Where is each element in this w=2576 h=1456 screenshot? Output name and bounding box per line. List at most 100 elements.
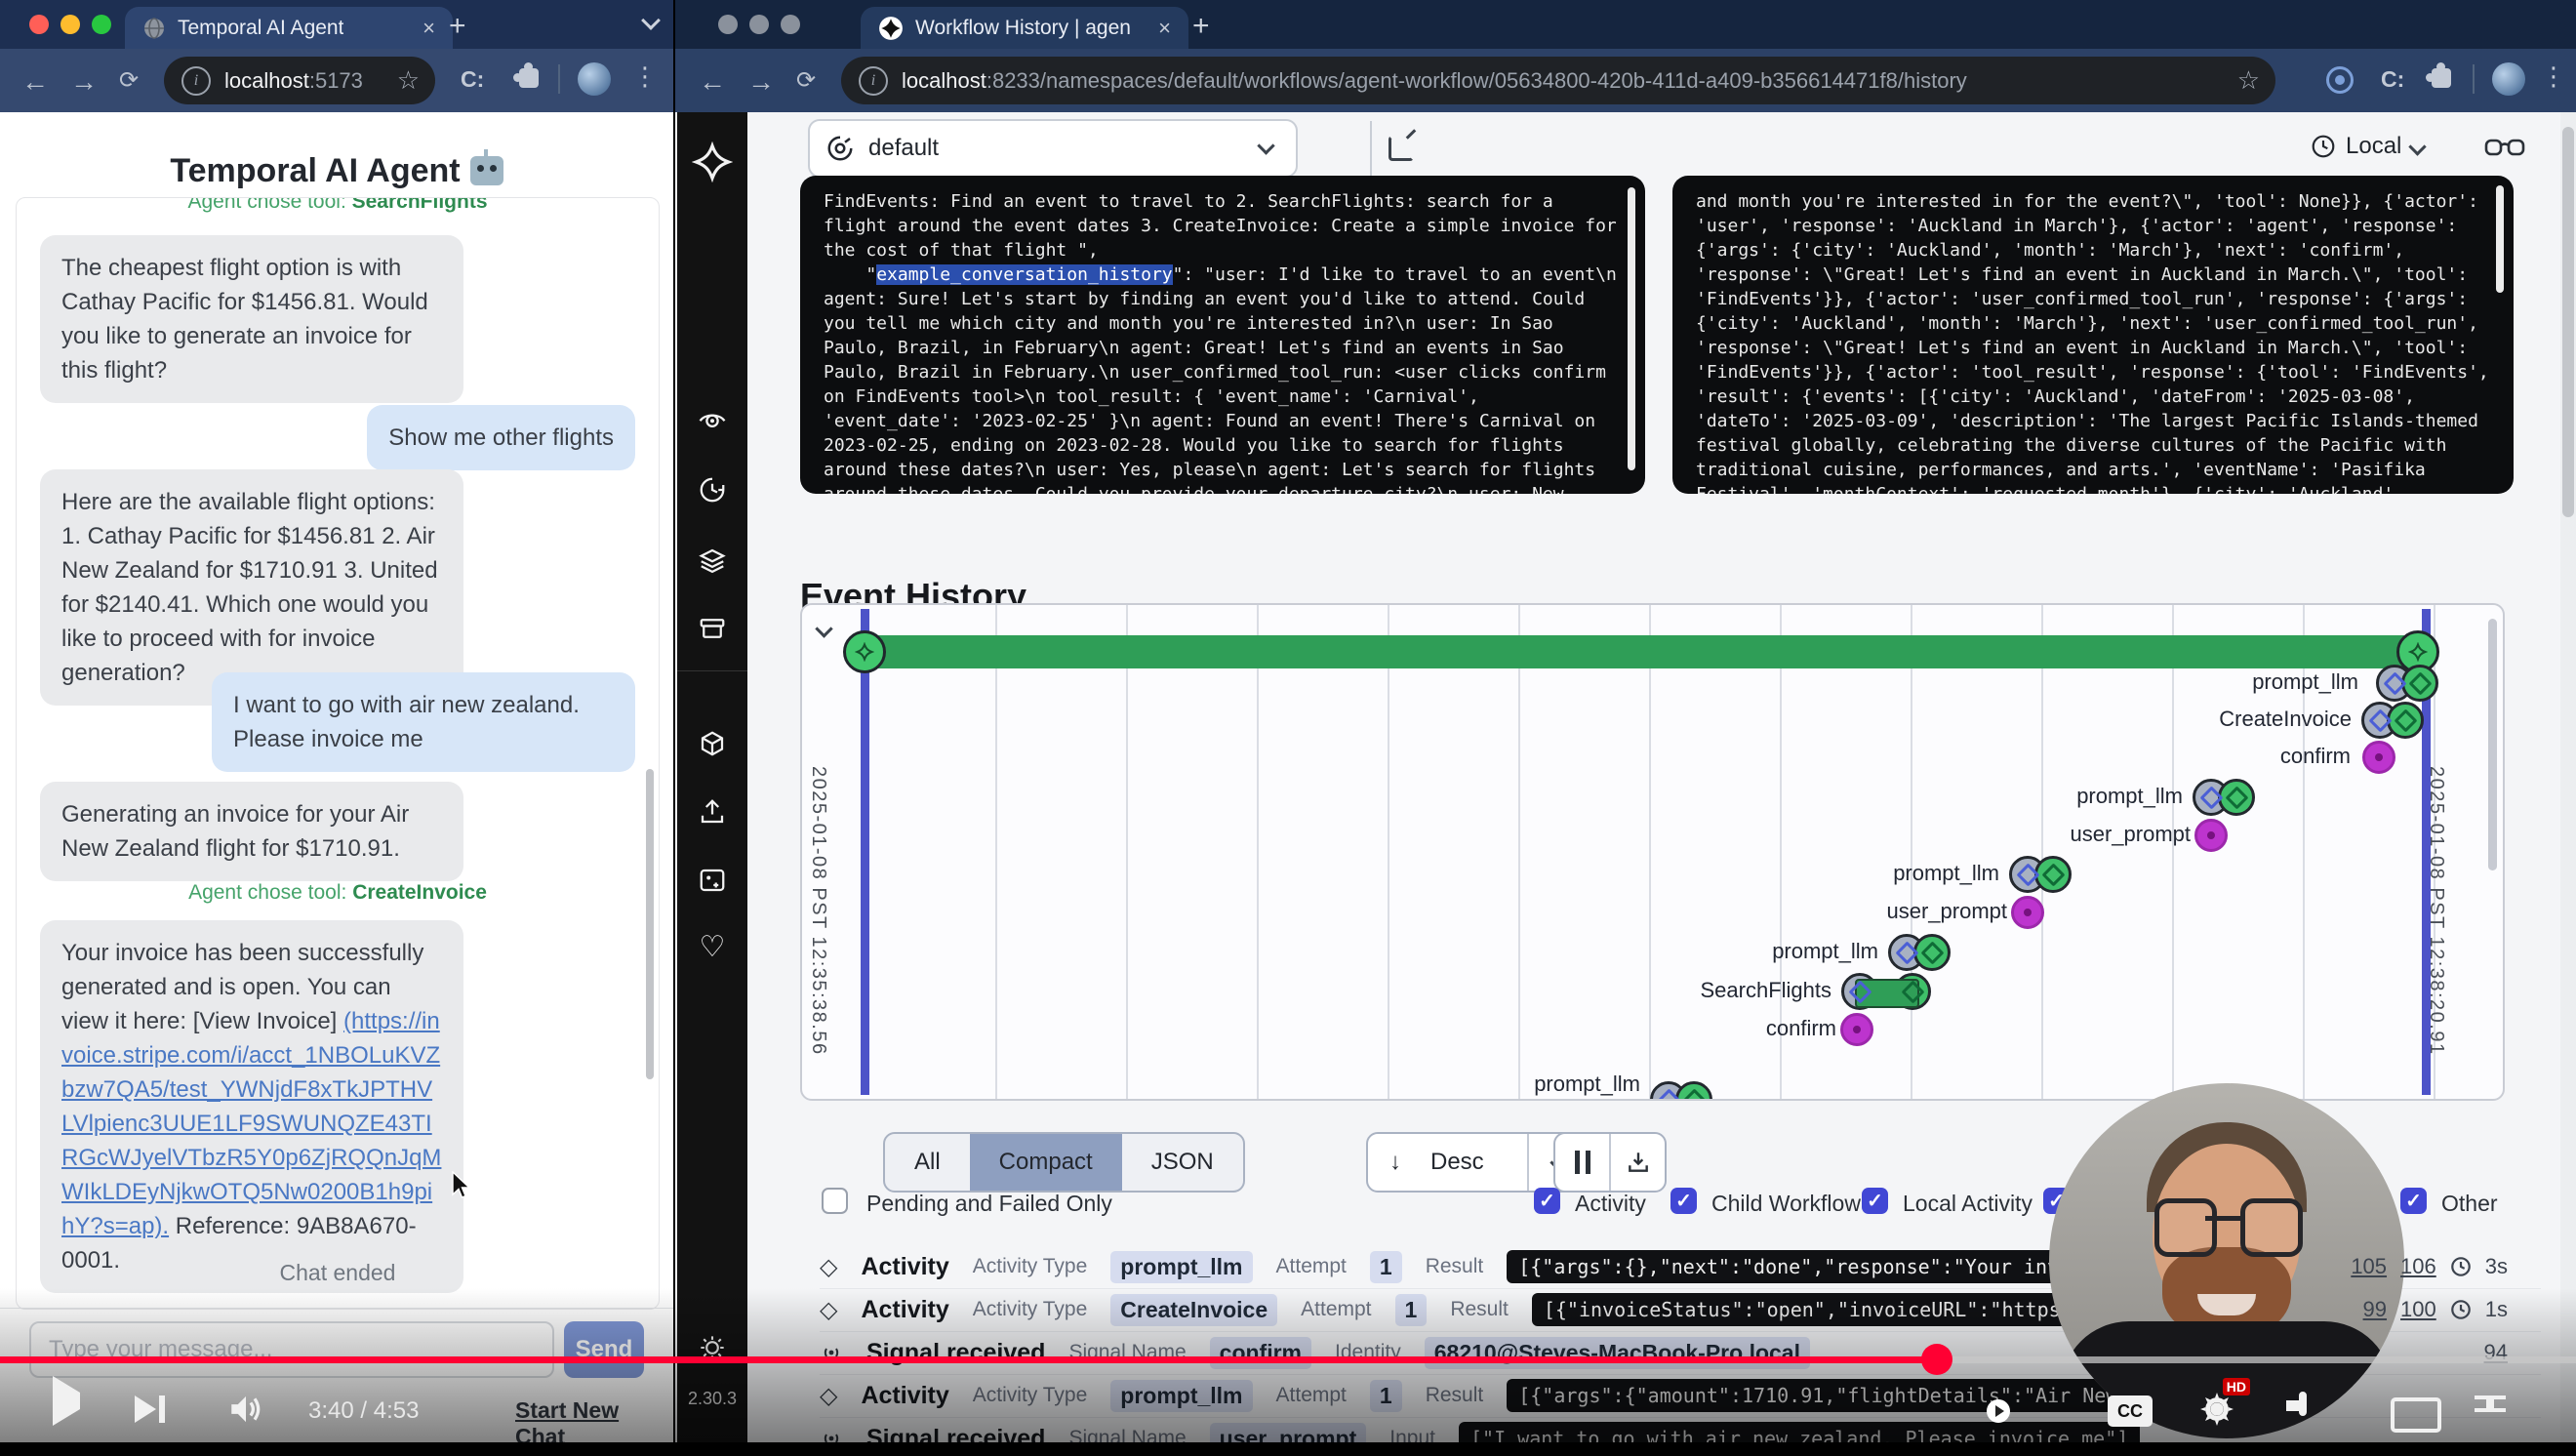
forward-icon[interactable]: → [747, 66, 775, 98]
batch-layers-icon[interactable] [698, 546, 727, 575]
back-icon[interactable]: ← [21, 66, 49, 98]
timeline-collapse-chevron-icon[interactable] [818, 623, 830, 640]
password-manager-icon[interactable] [2326, 66, 2354, 94]
activity-marker-pair[interactable] [2376, 665, 2438, 702]
activity-marker-pair[interactable] [1650, 1081, 1712, 1101]
labs-icon[interactable] [698, 866, 727, 895]
back-icon[interactable]: ← [699, 66, 726, 98]
code-panel-scrollbar[interactable] [2496, 185, 2504, 293]
play-button[interactable] [53, 1393, 80, 1410]
view-mode-json[interactable]: JSON [1122, 1134, 1243, 1191]
workflow-execution-bar[interactable] [866, 635, 2432, 668]
forward-icon[interactable]: → [70, 66, 98, 98]
invoice-link[interactable]: (https://invoice.stripe.com/i/acct_1NBOL… [61, 1008, 441, 1239]
timezone-selector[interactable]: Local [2311, 133, 2424, 160]
zoom-window-button[interactable] [781, 15, 800, 34]
timeline-event-label: SearchFlights [1700, 978, 1831, 1003]
signal-marker[interactable] [2194, 819, 2228, 852]
address-bar[interactable]: i localhost:5173 ☆ [164, 57, 435, 104]
open-namespace-button[interactable] [1370, 121, 1430, 176]
temporal-favicon-icon [878, 16, 904, 41]
browser-menu-icon[interactable]: ⋮ [632, 62, 658, 92]
import-upload-icon[interactable] [698, 797, 727, 827]
minimize-window-button[interactable] [60, 15, 80, 34]
activity-marker-pair[interactable] [2193, 779, 2255, 816]
event-id-link[interactable]: 99 [2363, 1297, 2387, 1322]
new-tab-button[interactable]: + [449, 10, 466, 43]
zoom-window-button[interactable] [92, 15, 111, 34]
close-window-button[interactable] [718, 15, 738, 34]
view-mode-compact[interactable]: Compact [970, 1134, 1122, 1191]
timeline-event-label: user_prompt [1886, 899, 2007, 924]
event-id-link[interactable]: 100 [2400, 1297, 2436, 1322]
sort-desc-button[interactable]: ↓ Desc [1368, 1134, 1527, 1191]
activity-marker-pair[interactable] [1888, 934, 1951, 971]
settings-gear-icon[interactable]: HD [2197, 1390, 2236, 1438]
code-panel-scrollbar[interactable] [1628, 187, 1635, 470]
reload-icon[interactable]: ⟳ [119, 66, 139, 95]
download-history-button[interactable] [1609, 1134, 1665, 1191]
window-traffic-lights-inactive[interactable] [718, 15, 800, 34]
namespace-selector[interactable]: default [808, 119, 1298, 178]
view-mode-all[interactable]: All [885, 1134, 970, 1191]
window-traffic-lights[interactable] [29, 15, 111, 34]
bookmark-star-icon[interactable]: ☆ [2237, 65, 2260, 96]
conversation-history-code-panel[interactable]: and month you're interested in for the e… [1672, 176, 2514, 494]
activity-marker-pair[interactable] [2009, 856, 2072, 893]
reader-glasses-icon[interactable] [2484, 135, 2525, 162]
close-window-button[interactable] [29, 15, 49, 34]
temporal-logo-icon[interactable] [692, 142, 733, 182]
workflows-eye-icon[interactable] [698, 405, 727, 434]
filter-child-workflow-checkbox[interactable]: ✓ [1670, 1188, 1697, 1214]
chat-scrollbar[interactable] [646, 769, 654, 1079]
timezone-chevron-icon [2409, 138, 2427, 155]
progress-bar-played[interactable] [0, 1356, 1937, 1363]
tab-close-icon[interactable]: × [423, 16, 435, 41]
pending-failed-checkbox[interactable] [822, 1188, 848, 1214]
profile-avatar[interactable] [2492, 62, 2525, 96]
progress-bar-remaining[interactable] [1937, 1356, 2576, 1363]
filter-activity-checkbox[interactable]: ✓ [1534, 1188, 1560, 1214]
schedules-clock-icon[interactable] [698, 475, 727, 505]
workflow-start-marker[interactable] [843, 630, 886, 673]
activity-marker-pair-wide[interactable] [1841, 973, 1931, 1010]
timeline-scrollbar[interactable] [2488, 619, 2497, 870]
address-bar[interactable]: i localhost:8233/namespaces/default/work… [841, 57, 2275, 104]
theater-mode-button[interactable] [2391, 1397, 2441, 1433]
site-info-icon[interactable]: i [859, 66, 888, 96]
pause-updates-button[interactable] [1555, 1134, 1609, 1191]
signal-marker[interactable] [1840, 1013, 1873, 1046]
archive-box-icon[interactable] [698, 614, 727, 643]
minimize-window-button[interactable] [749, 15, 769, 34]
site-info-icon[interactable]: i [181, 66, 211, 96]
tab-close-icon[interactable]: × [1158, 16, 1171, 41]
extensions-puzzle-icon[interactable] [2432, 68, 2451, 88]
extensions-puzzle-icon[interactable] [519, 68, 539, 88]
browser-scrollbar-thumb[interactable] [2562, 127, 2574, 517]
progress-scrubber[interactable] [1921, 1344, 1952, 1375]
profile-avatar[interactable] [578, 62, 611, 96]
signal-marker[interactable] [2011, 896, 2044, 929]
deployments-cube-icon[interactable] [698, 729, 727, 758]
new-tab-button[interactable]: + [1192, 10, 1210, 43]
workflow-input-code-panel[interactable]: FindEvents: Find an event to travel to 2… [800, 176, 1645, 494]
companion-extension-icon[interactable]: C: [461, 66, 484, 93]
tab-workflow-history[interactable]: Workflow History | agent-wor × [861, 7, 1188, 49]
signal-marker[interactable] [2362, 741, 2395, 774]
event-id-link[interactable]: 105 [2351, 1254, 2387, 1279]
captions-button[interactable]: CC [2108, 1395, 2153, 1427]
feedback-heart-icon[interactable]: ♡ [700, 930, 726, 964]
filter-local-activity-checkbox[interactable]: ✓ [1862, 1188, 1888, 1214]
tab-temporal-ai-agent[interactable]: Temporal AI Agent × [125, 7, 453, 49]
filter-other-checkbox[interactable]: ✓ [2400, 1188, 2427, 1214]
companion-extension-icon[interactable]: C: [2381, 66, 2404, 93]
tab-search-chevron-icon[interactable] [644, 14, 658, 32]
next-button[interactable] [135, 1395, 165, 1423]
event-id-link[interactable]: 106 [2400, 1254, 2436, 1279]
activity-marker-pair[interactable] [2361, 702, 2424, 739]
reload-icon[interactable]: ⟳ [796, 66, 816, 95]
volume-icon[interactable] [226, 1392, 265, 1427]
browser-menu-icon[interactable]: ⋮ [2541, 62, 2566, 92]
bookmark-star-icon[interactable]: ☆ [397, 65, 420, 96]
miniplayer-button[interactable] [2299, 1392, 2307, 1416]
